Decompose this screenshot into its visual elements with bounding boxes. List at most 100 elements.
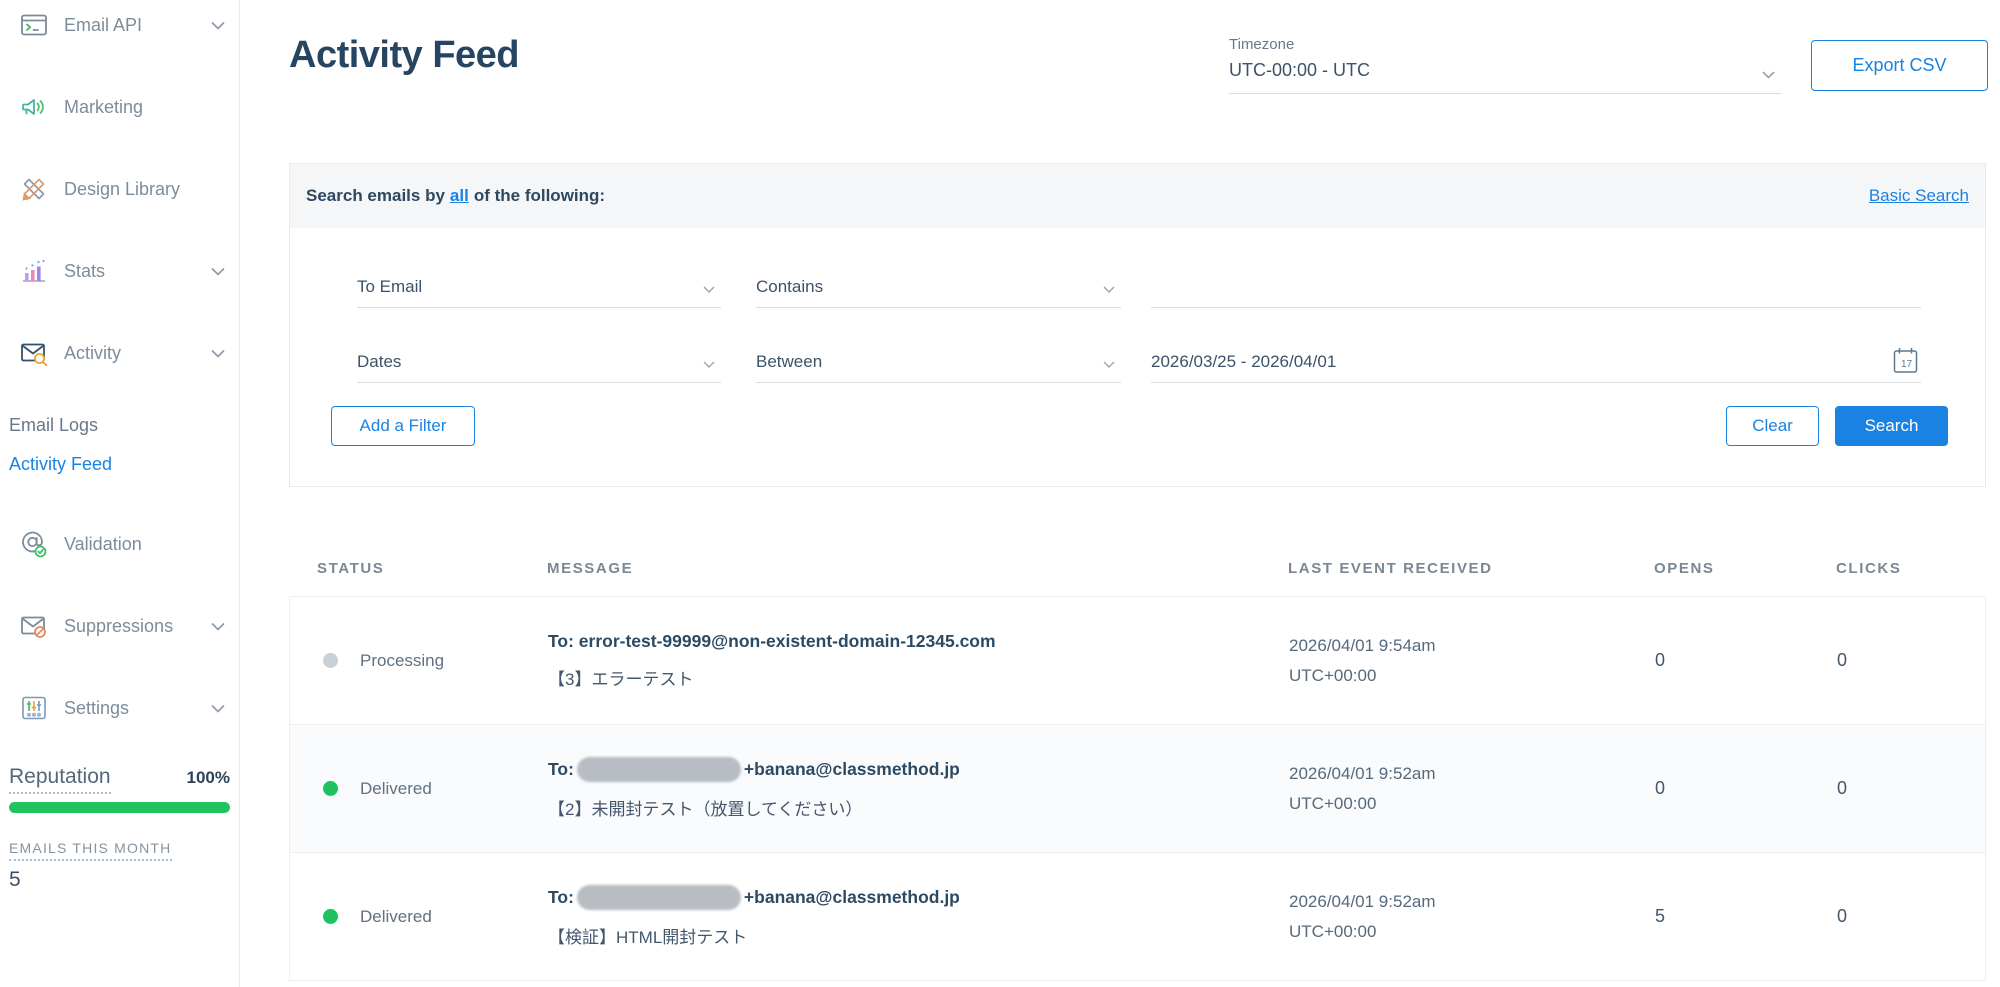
chevron-down-icon [211, 349, 225, 358]
table-row[interactable]: Processing To: error-test-99999@non-exis… [290, 597, 1985, 725]
date-range-value: 2026/03/25 - 2026/04/01 [1151, 352, 1337, 371]
event-timezone: UTC+00:00 [1289, 793, 1377, 813]
filter-value-input[interactable] [1151, 268, 1921, 308]
status-dot [323, 781, 338, 796]
sidebar-item-label: Settings [64, 697, 130, 718]
column-header-status: STATUS [317, 559, 385, 577]
message-subject: 【検証】HTML開封テスト [548, 928, 748, 947]
sidebar-item-stats[interactable]: Stats [18, 246, 229, 296]
bar-chart-icon [18, 257, 50, 285]
filter-field-value: Dates [357, 352, 402, 371]
clicks-count: 0 [1837, 650, 1848, 670]
redacted-email [576, 757, 741, 782]
column-header-last-event: LAST EVENT RECEIVED [1288, 559, 1493, 577]
opens-count: 5 [1655, 906, 1666, 926]
sidebar-item-label: Marketing [64, 96, 144, 117]
event-timezone: UTC+00:00 [1289, 921, 1377, 941]
status-label: Delivered [360, 906, 432, 926]
sidebar: Email API Marketing Design Library Stats… [0, 0, 240, 987]
reputation-label[interactable]: Reputation [9, 765, 111, 794]
event-timezone: UTC+00:00 [1289, 665, 1377, 685]
column-header-message: MESSAGE [547, 559, 634, 577]
filter-operator-value: Between [756, 352, 823, 371]
message-recipient: To: +banana@classmethod.jp [548, 757, 1289, 782]
table-row[interactable]: Delivered To: +banana@classmethod.jp 【2】未… [290, 725, 1985, 853]
chevron-down-icon [211, 21, 225, 30]
table-row[interactable]: Delivered To: +banana@classmethod.jp 【検証】… [290, 853, 1985, 980]
chevron-down-icon [703, 286, 715, 294]
sidebar-item-label: Activity [64, 342, 122, 363]
clear-button[interactable]: Clear [1726, 406, 1819, 446]
sidebar-item-marketing[interactable]: Marketing [18, 82, 229, 132]
table-body: Processing To: error-test-99999@non-exis… [289, 596, 1986, 981]
sidebar-item-email-logs[interactable]: Email Logs [9, 410, 239, 440]
search-button[interactable]: Search [1835, 406, 1948, 446]
terminal-window-icon [18, 11, 50, 39]
opens-count: 0 [1655, 650, 1666, 670]
reputation-widget: Reputation 100% EMAILS THIS MONTH 5 [9, 765, 230, 892]
search-suffix-text: of the following: [473, 186, 606, 205]
sidebar-item-email-api[interactable]: Email API [18, 0, 229, 50]
column-header-opens: OPENS [1654, 559, 1715, 577]
chevron-down-icon [1762, 71, 1775, 79]
sliders-icon [18, 694, 50, 722]
filter-operator-value: Contains [756, 277, 824, 296]
filter-field-select[interactable]: Dates [357, 343, 721, 383]
filter-field-select[interactable]: To Email [357, 268, 721, 308]
sidebar-item-settings[interactable]: Settings [18, 683, 229, 733]
status-dot [323, 909, 338, 924]
sidebar-item-validation[interactable]: Validation [18, 519, 229, 569]
mail-search-icon [18, 339, 50, 367]
date-range-input[interactable]: 2026/03/25 - 2026/04/01 17 [1151, 343, 1921, 383]
at-check-icon [18, 529, 50, 559]
chevron-down-icon [703, 361, 715, 369]
sidebar-item-label: Email API [64, 14, 143, 35]
status-label: Delivered [360, 778, 432, 798]
search-mode-link[interactable]: all [450, 186, 469, 206]
column-header-clicks: CLICKS [1836, 559, 1902, 577]
status-dot [323, 653, 338, 668]
reputation-progress-bar [9, 802, 230, 813]
search-prefix-text: Search emails by [306, 186, 445, 205]
clicks-count: 0 [1837, 906, 1848, 926]
last-event-cell: 2026/04/01 9:52am UTC+00:00 [1289, 892, 1655, 942]
search-panel-body: To Email Contains Dates Between 2026/03/… [290, 228, 1985, 486]
search-panel-header: Search emails by all of the following: B… [290, 164, 1985, 228]
sidebar-item-design-library[interactable]: Design Library [18, 164, 229, 214]
sidebar-item-label: Stats [64, 260, 106, 281]
svg-text:17: 17 [1901, 359, 1913, 370]
export-csv-button[interactable]: Export CSV [1811, 40, 1988, 91]
clicks-count: 0 [1837, 778, 1848, 798]
sidebar-item-label: Design Library [64, 178, 181, 199]
sidebar-sub-item-label: Email Logs [9, 414, 99, 435]
last-event-cell: 2026/04/01 9:52am UTC+00:00 [1289, 764, 1655, 814]
sidebar-item-suppressions[interactable]: Suppressions [18, 601, 229, 651]
add-filter-button[interactable]: Add a Filter [331, 406, 475, 446]
calendar-icon[interactable]: 17 [1892, 346, 1919, 375]
message-subject: 【2】未開封テスト（放置してください） [548, 800, 863, 819]
emails-this-month-value: 5 [9, 868, 21, 891]
chevron-down-icon [1103, 361, 1115, 369]
chevron-down-icon [211, 267, 225, 276]
chevron-down-icon [211, 704, 225, 713]
reputation-value: 100% [186, 768, 230, 787]
table-header-row: STATUS MESSAGE LAST EVENT RECEIVED OPENS… [289, 540, 1986, 596]
last-event-cell: 2026/04/01 9:54am UTC+00:00 [1289, 636, 1655, 686]
opens-count: 0 [1655, 778, 1666, 798]
timezone-select[interactable]: Timezone UTC-00:00 - UTC [1229, 36, 1781, 94]
message-subject: 【3】エラーテスト [548, 670, 694, 689]
sidebar-item-label: Suppressions [64, 615, 174, 636]
sidebar-item-activity[interactable]: Activity [18, 328, 229, 378]
timezone-label: Timezone [1229, 36, 1295, 53]
filter-operator-select[interactable]: Between [756, 343, 1121, 383]
sidebar-item-activity-feed[interactable]: Activity Feed [9, 449, 239, 479]
status-label: Processing [360, 650, 445, 670]
sidebar-item-label: Validation [64, 533, 142, 554]
filter-operator-select[interactable]: Contains [756, 268, 1121, 308]
activity-table: STATUS MESSAGE LAST EVENT RECEIVED OPENS… [289, 540, 1986, 981]
emails-this-month-label[interactable]: EMAILS THIS MONTH [9, 840, 172, 861]
basic-search-link[interactable]: Basic Search [1869, 186, 1969, 206]
event-date: 2026/04/01 9:52am [1289, 891, 1436, 911]
mail-block-icon [18, 612, 50, 640]
sidebar-sub-item-label: Activity Feed [9, 453, 113, 474]
